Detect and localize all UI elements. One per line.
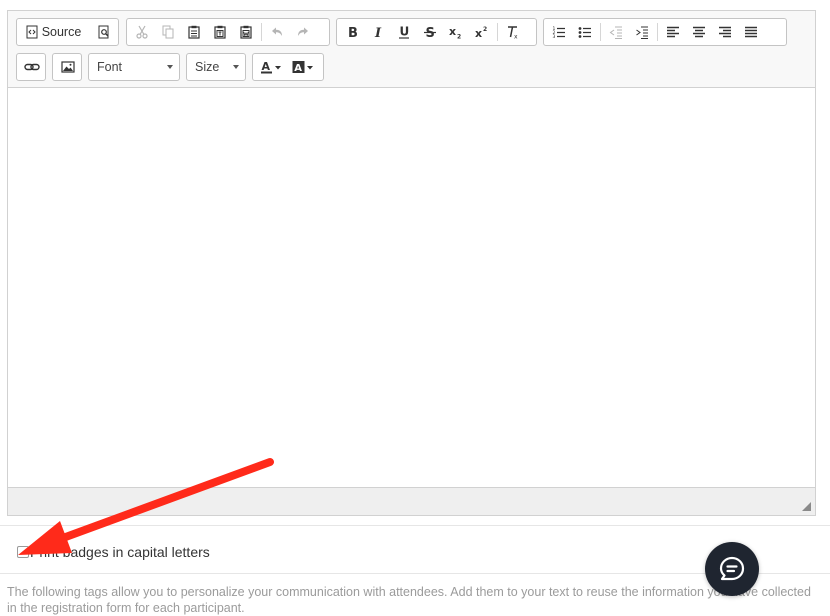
text-color-icon: A	[261, 60, 281, 74]
svg-text:x: x	[449, 25, 456, 38]
bulleted-list-button[interactable]	[573, 21, 597, 43]
background-color-icon: A	[292, 61, 313, 74]
capital-letters-option: Print badges in capital letters	[17, 544, 210, 560]
align-left-button[interactable]	[661, 21, 685, 43]
decrease-indent-button[interactable]	[604, 21, 628, 43]
strikethrough-icon: S	[424, 26, 436, 39]
chevron-down-icon	[233, 65, 239, 69]
svg-text:A: A	[294, 63, 302, 74]
image-button[interactable]	[56, 56, 80, 78]
bulleted-list-icon	[578, 27, 591, 38]
align-center-icon	[693, 26, 705, 38]
underline-icon: U	[399, 25, 410, 39]
chat-icon	[719, 556, 745, 581]
cut-button[interactable]	[130, 21, 154, 43]
superscript-icon: x 2	[475, 26, 487, 39]
size-combo[interactable]: Size	[186, 53, 246, 81]
paste-button[interactable]	[182, 21, 206, 43]
font-combo[interactable]: Font	[88, 53, 180, 81]
link-button[interactable]	[20, 56, 44, 78]
remove-format-button[interactable]: x	[501, 21, 525, 43]
source-icon	[26, 25, 38, 39]
svg-text:B: B	[348, 26, 358, 39]
size-combo-inner: Size	[187, 56, 245, 78]
svg-text:I: I	[374, 26, 382, 39]
superscript-button[interactable]: x 2	[470, 21, 494, 43]
numbered-list-button[interactable]: 1 2 3	[547, 21, 571, 43]
copy-icon	[162, 25, 174, 39]
size-combo-label: Size	[195, 60, 220, 74]
bold-icon: B	[348, 26, 358, 39]
decrease-indent-icon	[609, 26, 622, 39]
toolbar-group-basicstyles: B I U S x 2 x 2 x	[336, 18, 537, 46]
toolbar-group-image	[52, 53, 82, 81]
subscript-icon: x 2	[449, 25, 461, 40]
toolbar-group-document: Source	[16, 18, 119, 46]
bold-button[interactable]: B	[340, 21, 364, 43]
toolbar-separator	[497, 23, 498, 41]
text-color-button[interactable]: A	[256, 56, 286, 78]
toolbar-group-clipboard	[126, 18, 330, 46]
paste-text-icon	[214, 25, 226, 39]
toolbar-group-colors: A A	[252, 53, 324, 81]
preview-icon	[98, 25, 109, 39]
svg-text:x: x	[475, 27, 482, 39]
underline-button[interactable]: U	[392, 21, 416, 43]
capital-letters-label: Print badges in capital letters	[30, 544, 210, 560]
divider	[0, 525, 830, 526]
resize-handle-icon[interactable]	[801, 501, 811, 511]
toolbar-group-paragraph: 1 2 3	[543, 18, 787, 46]
toolbar-group-link	[16, 53, 46, 81]
toolbar-separator	[261, 23, 262, 41]
editor-content-area[interactable]	[8, 88, 815, 487]
svg-text:x: x	[514, 34, 518, 40]
increase-indent-button[interactable]	[630, 21, 654, 43]
editor-bottom-bar	[8, 487, 815, 515]
source-label: Source	[41, 25, 82, 39]
svg-text:U: U	[400, 25, 410, 39]
rich-text-editor: Source B I U S x 2 x 2 x 1 2 3 Font Size…	[7, 10, 816, 516]
strikethrough-button[interactable]: S	[418, 21, 442, 43]
cut-icon	[136, 25, 148, 39]
svg-text:3: 3	[553, 34, 556, 39]
align-right-icon	[719, 26, 731, 38]
toolbar-separator	[657, 23, 658, 41]
copy-button[interactable]	[156, 21, 180, 43]
justify-button[interactable]	[739, 21, 763, 43]
italic-button[interactable]: I	[366, 21, 390, 43]
redo-icon	[298, 27, 308, 36]
capital-letters-checkbox[interactable]	[17, 546, 29, 558]
editor-toolbar: Source B I U S x 2 x 2 x 1 2 3 Font Size…	[8, 11, 815, 88]
svg-text:A: A	[262, 60, 271, 73]
paste-word-button[interactable]	[234, 21, 258, 43]
numbered-list-icon: 1 2 3	[553, 26, 565, 39]
font-combo-label: Font	[97, 60, 123, 74]
paste-icon	[188, 25, 200, 39]
justify-icon	[745, 26, 757, 38]
chat-button[interactable]	[705, 542, 759, 596]
redo-button[interactable]	[291, 21, 315, 43]
undo-button[interactable]	[265, 21, 289, 43]
svg-text:2: 2	[483, 26, 487, 33]
italic-icon: I	[374, 26, 382, 39]
link-icon	[24, 63, 40, 71]
paste-word-icon	[240, 25, 252, 39]
chevron-down-icon	[167, 65, 173, 69]
image-icon	[61, 61, 75, 73]
toolbar-separator	[600, 23, 601, 41]
svg-text:2: 2	[457, 34, 461, 40]
subscript-button[interactable]: x 2	[444, 21, 468, 43]
align-left-icon	[667, 26, 679, 38]
undo-icon	[272, 27, 282, 36]
background-color-button[interactable]: A	[288, 56, 318, 78]
align-right-button[interactable]	[713, 21, 737, 43]
font-combo-inner: Font	[89, 56, 179, 78]
tags-help-text: The following tags allow you to personal…	[7, 585, 811, 615]
increase-indent-icon	[636, 26, 648, 39]
align-center-button[interactable]	[687, 21, 711, 43]
paste-text-button[interactable]	[208, 21, 232, 43]
source-button[interactable]: Source	[20, 21, 86, 43]
remove-format-icon: x	[508, 26, 518, 40]
preview-button[interactable]	[92, 21, 116, 43]
